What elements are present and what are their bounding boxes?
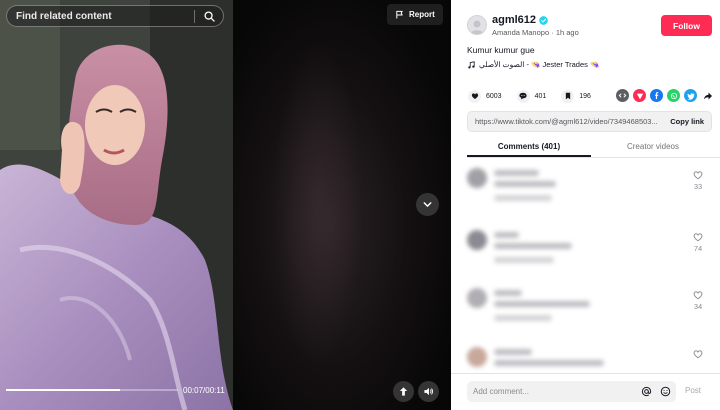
comment-text-redacted (494, 301, 590, 307)
video-info-panel: agml612 Amanda Manopo · 1h ago Follow Ku… (451, 0, 720, 410)
whatsapp-icon[interactable] (667, 89, 680, 102)
author-text: agml612 Amanda Manopo · 1h ago (492, 14, 579, 44)
comment-bubble-icon (516, 89, 530, 103)
comment-author-redacted (494, 290, 522, 296)
comment-text-redacted (494, 181, 556, 187)
author-handle-row: agml612 (492, 14, 579, 26)
share-icons (616, 89, 714, 102)
comment-meta-redacted (494, 195, 552, 201)
at-mention-icon (641, 386, 651, 397)
video-caption: Kumur kumur gue (467, 45, 535, 55)
video-still-image (0, 0, 233, 410)
video-progress-bar[interactable] (6, 389, 178, 391)
video-progress-fill (6, 389, 120, 391)
report-button[interactable]: Report (387, 4, 443, 25)
actions-row: 6003 401 196 (468, 89, 714, 103)
comment-input-box (467, 381, 676, 402)
comment-like-button[interactable]: 74 (693, 232, 703, 253)
comment-text-redacted (494, 360, 604, 366)
search-input[interactable] (7, 6, 194, 26)
author-subline: Amanda Manopo · 1h ago (492, 28, 579, 37)
music-note-icon (468, 60, 475, 69)
heart-icon (468, 89, 481, 103)
tab-creator-videos[interactable]: Creator videos (591, 139, 715, 157)
save-button[interactable]: 196 (561, 89, 591, 103)
heart-outline-icon (693, 233, 703, 242)
author-row: agml612 Amanda Manopo · 1h ago Follow (467, 14, 712, 44)
copy-link-button[interactable]: Copy link (661, 117, 711, 126)
twitter-icon[interactable] (684, 89, 697, 102)
comment-like-button[interactable]: 34 (693, 290, 703, 311)
chevron-down-icon (423, 202, 432, 207)
volume-button[interactable] (418, 381, 439, 402)
floating-player-icon (399, 387, 408, 396)
comment-item: 33 (467, 168, 715, 218)
time-readout: 00:07/00:11 (183, 386, 225, 395)
comment-like-count: 33 (693, 182, 703, 191)
comment-item: 34 (467, 288, 715, 338)
comment-compose-bar: Post (451, 373, 720, 410)
comment-like-count: 74 (693, 244, 703, 253)
post-comment-button[interactable]: Post (685, 386, 701, 395)
heart-outline-icon (693, 171, 703, 180)
music-row[interactable]: الصوت الأصلي - 👒 Jester Trades 👒 (467, 60, 599, 69)
tab-comments[interactable]: Comments (401) (467, 139, 591, 157)
next-video-button[interactable] (416, 193, 439, 216)
comment-author-redacted (494, 232, 519, 238)
posted-time: 1h ago (555, 28, 579, 37)
video-player[interactable]: Report 00:07/00:11 (0, 0, 451, 410)
mention-button[interactable] (638, 386, 654, 397)
comment-author-redacted (494, 349, 532, 355)
video-link-box: https://www.tiktok.com/@agml612/video/73… (467, 111, 712, 132)
share-arrow-icon[interactable] (701, 89, 714, 102)
author-handle[interactable]: agml612 (492, 14, 536, 26)
save-count: 196 (579, 92, 591, 100)
comment-like-button[interactable] (693, 349, 703, 361)
comment-author-redacted (494, 170, 539, 176)
heart-outline-icon (693, 350, 703, 359)
comment-avatar[interactable] (467, 230, 487, 250)
verified-badge-icon (539, 15, 548, 25)
comment-like-count: 34 (693, 302, 703, 311)
facebook-icon[interactable] (650, 89, 663, 102)
floating-player-button[interactable] (393, 381, 414, 402)
video-link-url[interactable]: https://www.tiktok.com/@agml612/video/73… (468, 117, 661, 126)
heart-outline-icon (693, 291, 703, 300)
comment-button[interactable]: 401 (516, 89, 547, 103)
music-title: الصوت الأصلي - 👒 Jester Trades 👒 (479, 60, 600, 69)
like-count: 6003 (486, 92, 502, 100)
comment-like-button[interactable]: 33 (693, 170, 703, 191)
comment-meta-redacted (494, 257, 554, 263)
bookmark-icon (561, 89, 575, 103)
comment-avatar[interactable] (467, 347, 487, 367)
tiktok-video-page: Report 00:07/00:11 (0, 0, 720, 410)
comment-avatar[interactable] (467, 288, 487, 308)
like-button[interactable]: 6003 (468, 89, 502, 103)
comment-input[interactable] (467, 387, 638, 396)
report-label: Report (409, 10, 435, 19)
comment-text-redacted (494, 243, 572, 249)
comment-meta-redacted (494, 315, 552, 321)
search-button[interactable] (195, 6, 223, 26)
emoji-icon (660, 386, 670, 397)
comment-count: 401 (534, 92, 547, 100)
embed-icon[interactable] (616, 89, 629, 102)
search-icon (203, 10, 215, 22)
comment-avatar[interactable] (467, 168, 487, 188)
author-avatar[interactable] (467, 15, 487, 35)
emoji-button[interactable] (657, 386, 673, 397)
video-frame[interactable] (0, 0, 233, 410)
volume-icon (424, 387, 433, 396)
comment-item: 74 (467, 230, 715, 280)
flag-icon (396, 10, 403, 19)
follow-button[interactable]: Follow (661, 15, 712, 36)
search-related-box (6, 5, 224, 27)
send-icon[interactable] (633, 89, 646, 102)
author-display-name: Amanda Manopo (492, 28, 550, 37)
comment-tabs: Comments (401) Creator videos (467, 139, 720, 158)
default-avatar-icon (470, 20, 484, 34)
